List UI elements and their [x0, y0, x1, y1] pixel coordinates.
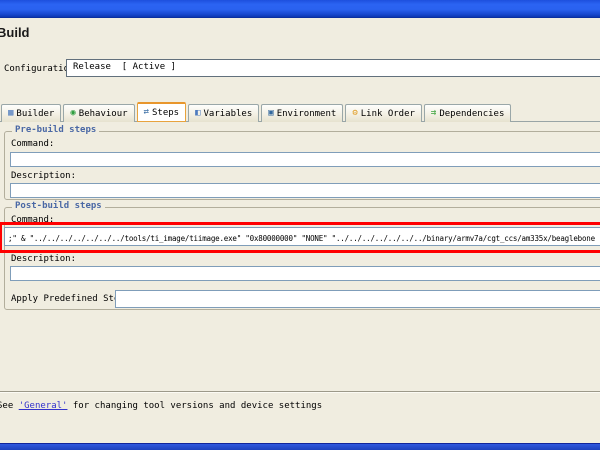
highlight-rectangle: [0, 222, 600, 253]
tab-label: Link Order: [361, 109, 415, 119]
configuration-combo[interactable]: Release [ Active ]: [66, 59, 600, 77]
link-order-icon: ⚙: [352, 109, 357, 118]
footer-suffix: for changing tool versions and device se…: [67, 401, 322, 411]
post-build-steps-group: Post-build steps Command: Description: A…: [4, 207, 600, 310]
footer-separator: [0, 391, 600, 393]
steps-icon: ⇄: [144, 108, 149, 117]
pre-build-steps-group: Pre-build steps Command: Description:: [4, 131, 600, 200]
tab-environment[interactable]: ▣ Environment: [261, 104, 343, 122]
footer-prefix: See: [0, 401, 19, 411]
post-build-group-title: Post-build steps: [12, 201, 105, 211]
tab-steps[interactable]: ⇄ Steps: [137, 102, 187, 122]
tab-bar: ▦ Builder ◉ Behaviour ⇄ Steps ◧ Variable…: [1, 102, 511, 122]
tab-link-order[interactable]: ⚙ Link Order: [345, 104, 422, 122]
pre-build-command-input[interactable]: [10, 152, 600, 167]
tab-behaviour[interactable]: ◉ Behaviour: [63, 104, 134, 122]
pre-build-command-label: Command:: [11, 139, 54, 149]
build-properties-window: Build Configuration: Release [ Active ] …: [0, 0, 600, 450]
pre-build-group-title: Pre-build steps: [12, 125, 99, 135]
post-build-command-input[interactable]: [4, 227, 600, 246]
apply-predefined-step-combo[interactable]: [115, 290, 600, 308]
tab-label: Behaviour: [79, 109, 128, 119]
apply-predefined-step-label: Apply Predefined Step:: [11, 294, 130, 304]
pre-build-description-label: Description:: [11, 171, 76, 181]
pre-build-description-input[interactable]: [10, 183, 600, 198]
post-build-description-input[interactable]: [10, 266, 600, 281]
tab-label: Dependencies: [439, 109, 504, 119]
footer-note: See 'General' for changing tool versions…: [0, 401, 322, 411]
tab-label: Variables: [204, 109, 253, 119]
tab-label: Environment: [277, 109, 337, 119]
title-bar[interactable]: [0, 0, 600, 18]
window-bottom-edge: [0, 443, 600, 450]
tab-dependencies[interactable]: ⇉ Dependencies: [424, 104, 511, 122]
tab-builder[interactable]: ▦ Builder: [1, 104, 61, 122]
post-build-description-label: Description:: [11, 254, 76, 264]
general-link[interactable]: 'General': [19, 401, 68, 411]
tab-variables[interactable]: ◧ Variables: [188, 104, 259, 122]
dependencies-icon: ⇉: [431, 109, 436, 118]
behaviour-icon: ◉: [70, 109, 75, 118]
variables-icon: ◧: [195, 109, 200, 118]
tab-label: Builder: [16, 109, 54, 119]
environment-icon: ▣: [268, 109, 273, 118]
tab-label: Steps: [152, 108, 179, 118]
builder-icon: ▦: [8, 109, 13, 118]
page-title: Build: [0, 25, 30, 40]
